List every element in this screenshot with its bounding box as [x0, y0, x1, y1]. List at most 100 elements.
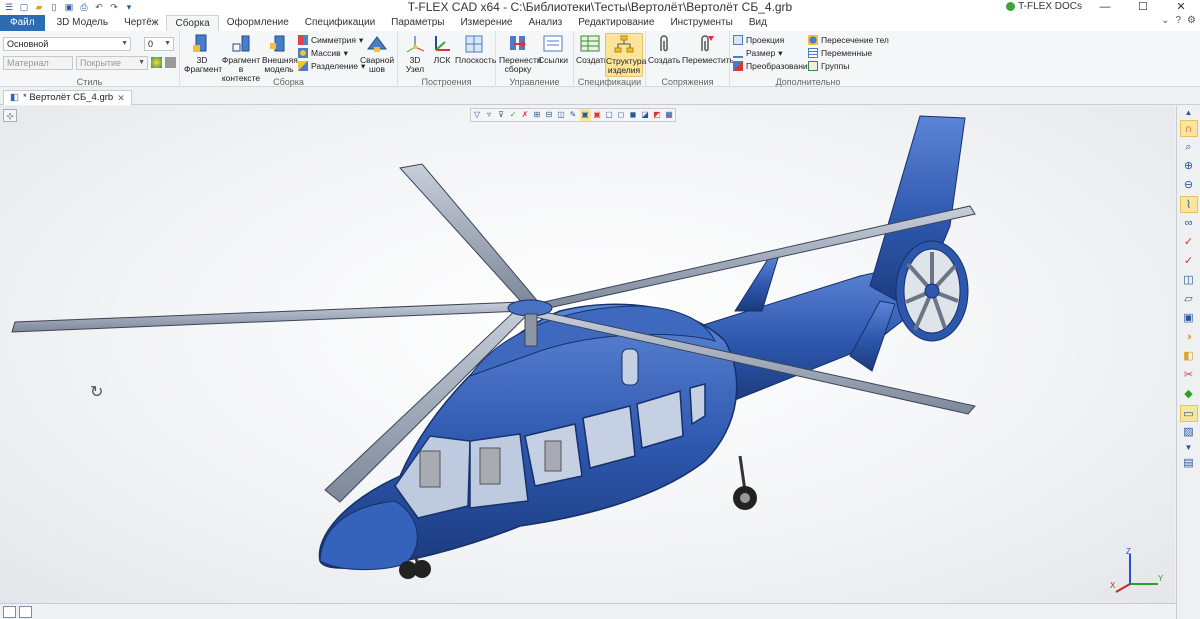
zoom-out-icon[interactable]: ⊖ [1180, 177, 1198, 194]
external-model-button[interactable]: Внешняя модель [262, 33, 298, 74]
tab-tools[interactable]: Инструменты [662, 15, 740, 31]
tab-specifications[interactable]: Спецификации [297, 15, 383, 31]
save-icon[interactable]: ▣ [63, 2, 75, 13]
lsk-button[interactable]: ЛСК [429, 33, 455, 65]
fragment-context-button[interactable]: Фрагмент в контексте [220, 33, 262, 83]
coating-combo[interactable]: Покрытие ▼ [76, 56, 148, 70]
cube-tool-icon[interactable]: ▣ [1180, 310, 1198, 327]
ribbon: Основной ▼ 0 ▼ Материал Покрытие ▼ Стиль 3D… [0, 31, 1200, 87]
number-combo[interactable]: 0 ▼ [144, 37, 174, 51]
sphere-icon[interactable]: ◑ [1180, 329, 1198, 346]
scroll-up-icon[interactable]: ▲ [1180, 108, 1198, 118]
groups-icon [808, 61, 818, 71]
symmetry-button[interactable]: Симметрия ▾ [298, 34, 363, 46]
glasses-icon[interactable]: ∞ [1180, 215, 1198, 232]
structure-button[interactable]: Структура изделия [605, 33, 647, 77]
symmetry-label: Симметрия [311, 35, 356, 45]
open-folder-icon[interactable]: ▰ [33, 2, 45, 13]
undo-icon[interactable]: ↶ [93, 2, 105, 13]
weld-icon [366, 33, 388, 55]
tab-3d-model[interactable]: 3D Модель [49, 15, 116, 31]
docs-label: T-FLEX DOCs [1018, 1, 1082, 12]
material-combo[interactable]: Материал [3, 56, 73, 70]
projection-button[interactable]: Проекция [733, 34, 784, 46]
groups-button[interactable]: Группы [808, 60, 849, 72]
new-doc-icon[interactable]: ▯ [48, 2, 60, 13]
weld-button[interactable]: Сварной шов [360, 33, 394, 74]
external-model-icon [268, 33, 290, 55]
layout-single-icon[interactable] [3, 605, 16, 618]
tab-editing[interactable]: Редактирование [570, 15, 662, 31]
split-button[interactable]: Разделение ▾ [298, 60, 365, 72]
options-icon[interactable]: ⌄ [1161, 15, 1169, 26]
document-tab-label: * Вертолёт СБ_4.grb [22, 92, 114, 103]
help-icon[interactable]: ? [1175, 15, 1181, 26]
mate-move-icon [694, 33, 716, 55]
zoom-icon[interactable]: ⊕ [1180, 158, 1198, 175]
display-panel-icon[interactable]: ▤ [1180, 455, 1198, 472]
tab-drawing[interactable]: Чертёж [116, 15, 166, 31]
settings-icon[interactable]: ⚙ [1187, 15, 1196, 26]
tab-parameters[interactable]: Параметры [383, 15, 452, 31]
layout-split-icon[interactable] [19, 605, 32, 618]
print-icon[interactable]: ⎙ [78, 2, 90, 13]
fragment3d-button[interactable]: 3D Фрагмент [184, 33, 222, 74]
cut-icon[interactable]: ✂ [1180, 367, 1198, 384]
box-icon[interactable]: ◫ [1180, 272, 1198, 289]
color-picker-icon[interactable] [151, 57, 162, 68]
structure-label: Структура изделия [606, 56, 647, 75]
style-swatch-icon[interactable] [165, 57, 176, 68]
tab-analysis[interactable]: Анализ [521, 15, 571, 31]
transform-button[interactable]: Преобразование [733, 60, 812, 72]
new-file-icon[interactable]: ▢ [18, 2, 30, 13]
weld-label: Сварной шов [360, 55, 395, 74]
node3d-button[interactable]: 3D Узел [401, 33, 429, 74]
minimize-button[interactable]: — [1086, 0, 1124, 14]
group-style: Основной ▼ 0 ▼ Материал Покрытие ▼ Стиль [0, 31, 180, 87]
tab-file[interactable]: Файл [0, 15, 45, 31]
document-tab[interactable]: ◧ * Вертолёт СБ_4.grb ✕ [3, 90, 132, 105]
move-assembly-button[interactable]: Перенести сборку [499, 33, 542, 74]
intersection-button[interactable]: Пересечение тел [808, 34, 889, 46]
docs-status[interactable]: T-FLEX DOCs [1006, 1, 1082, 12]
menu-icon[interactable]: ☰ [3, 2, 15, 13]
measure-icon[interactable]: ⌇ [1179, 196, 1198, 213]
tab-measure[interactable]: Измерение [452, 15, 520, 31]
close-button[interactable]: ✕ [1162, 0, 1200, 14]
links-button[interactable]: Ссылки [537, 33, 569, 65]
check-list-2-icon[interactable]: ✓ [1180, 253, 1198, 270]
scroll-down-icon[interactable]: ▼ [1180, 443, 1198, 453]
variables-button[interactable]: Переменные [808, 47, 872, 59]
spec-create-button[interactable]: Создать [576, 33, 608, 65]
mate-move-button[interactable]: Переместить [682, 33, 734, 65]
layers-icon[interactable]: ◧ [1180, 348, 1198, 365]
paperclip-icon [653, 33, 675, 55]
window-controls: — ☐ ✕ [1086, 0, 1200, 14]
plane-tool-icon[interactable]: ▱ [1180, 291, 1198, 308]
tab-view[interactable]: Вид [741, 15, 775, 31]
zoom-window-icon[interactable]: ⌕ [1180, 139, 1198, 156]
projection-icon [733, 35, 743, 45]
3d-viewport[interactable]: ⊹ ▽ ▿ ⊽ ✓ ✗ ⊞ ⊟ ◫ ✎ ▣ ▣ ▢ ◻ ◼ ◪ ◩ ▦ ↻ Z … [0, 106, 1175, 603]
folder-tool-icon[interactable]: ▭ [1179, 405, 1198, 422]
tab-assembly[interactable]: Сборка [166, 15, 219, 31]
image-icon[interactable]: ▨ [1180, 424, 1198, 441]
group-assembly: 3D Фрагмент Фрагмент в контексте Внешняя… [180, 31, 398, 87]
size-button[interactable]: Размер ▾ [733, 47, 783, 59]
diamond-icon[interactable]: ◆ [1180, 386, 1198, 403]
fragment-context-icon [230, 33, 252, 55]
layer-combo[interactable]: Основной ▼ [3, 37, 131, 51]
array-button[interactable]: Массив ▾ [298, 47, 348, 59]
maximize-button[interactable]: ☐ [1124, 0, 1162, 14]
tab-design[interactable]: Оформление [219, 15, 297, 31]
axis-triad: Z Y X [1110, 547, 1164, 593]
customize-icon[interactable]: ▾ [123, 2, 135, 13]
mate-create-button[interactable]: Создать [648, 33, 680, 65]
helicopter-model[interactable] [0, 106, 1175, 603]
redo-icon[interactable]: ↷ [108, 2, 120, 13]
planes-button[interactable]: Плоскость [455, 33, 496, 65]
check-list-icon[interactable]: ✓ [1180, 234, 1198, 251]
magnet-icon[interactable]: ∩ [1179, 120, 1198, 137]
close-icon[interactable]: ✕ [117, 91, 125, 105]
layer-value: Основной [7, 39, 49, 49]
